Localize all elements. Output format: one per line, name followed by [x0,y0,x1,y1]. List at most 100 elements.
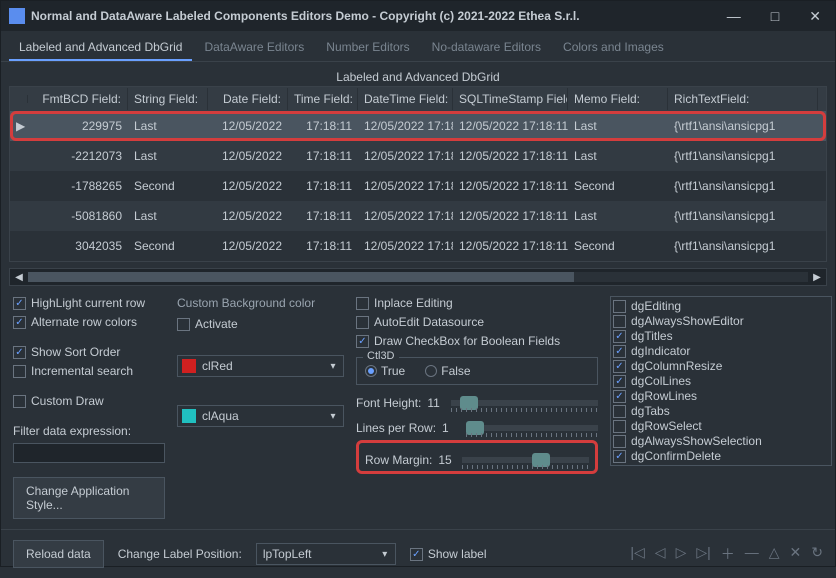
tab-nodataware-editors[interactable]: No-dataware Editors [422,35,551,61]
color1-swatch [182,359,196,373]
change-style-button[interactable]: Change Application Style... [13,477,165,519]
chk-autoedit-datasource[interactable]: AutoEdit Datasource [356,315,598,329]
col-sqltimestamp[interactable]: SQLTimeStamp Field: [453,88,568,110]
nav-cancel-icon[interactable]: ✕ [790,544,802,564]
cell-sql: 12/05/2022 17:18:11 [453,145,568,167]
chk-dgediting[interactable]: dgEditing [613,299,829,313]
reload-data-button[interactable]: Reload data [13,540,104,568]
row-margin-slider[interactable]: Row Margin: 15 [365,453,589,467]
filter-input[interactable] [13,443,165,463]
cell-fmtbcd: -5081860 [28,205,128,227]
col-fmtbcd[interactable]: FmtBCD Field: [28,88,128,110]
dg-options-list: dgEditingdgAlwaysShowEditordgTitlesdgInd… [606,292,836,523]
col-richtext[interactable]: RichTextField: [668,88,818,110]
table-row[interactable]: -5081860Last12/05/202217:18:1112/05/2022… [10,201,826,231]
color1-combo[interactable]: clRed ▾ [177,355,344,377]
left-options: HighLight current row Alternate row colo… [9,292,169,523]
chk-incremental-search[interactable]: Incremental search [13,364,165,378]
label-position-combo[interactable]: lpTopLeft ▾ [256,543,396,565]
scroll-left-icon[interactable]: ◀ [10,272,28,283]
cell-rtf: {\rtf1\ansi\ansicpg1 [668,145,818,167]
db-grid[interactable]: FmtBCD Field: String Field: Date Field: … [9,86,827,262]
chk-dgtabs[interactable]: dgTabs [613,404,829,418]
chevron-down-icon[interactable]: ▾ [323,411,343,422]
chk-show-label[interactable]: Show label [410,547,487,561]
nav-insert-icon[interactable]: ＋ [721,544,735,564]
cell-sql: 12/05/2022 17:18:11 [453,115,568,137]
chk-dgcollines[interactable]: dgColLines [613,374,829,388]
row-indicator-icon [10,182,28,190]
cell-date: 12/05/2022 [208,205,288,227]
cell-string: Last [128,115,208,137]
radio-ctl3d-false[interactable]: False [425,364,470,378]
chk-dgtitles[interactable]: dgTitles [613,329,829,343]
chk-dgcolumnresize[interactable]: dgColumnResize [613,359,829,373]
table-row[interactable]: ▶229975Last12/05/202217:18:11 12/05/2022 … [10,111,826,141]
chk-show-sort[interactable]: Show Sort Order [13,345,165,359]
nav-next-icon[interactable]: ▷ [676,544,687,564]
scroll-right-icon[interactable]: ▶ [808,272,826,283]
cell-date: 12/05/2022 [208,235,288,257]
col-memo[interactable]: Memo Field: [568,88,668,110]
chevron-down-icon[interactable]: ▾ [323,361,343,372]
cell-sql: 12/05/2022 17:18:11 [453,205,568,227]
nav-refresh-icon[interactable]: ↻ [811,544,823,564]
main-tabs: Labeled and Advanced DbGrid DataAware Ed… [1,31,835,62]
lines-per-row-slider[interactable]: Lines per Row: 1 [356,421,598,435]
chk-dgindicator[interactable]: dgIndicator [613,344,829,358]
table-row[interactable]: 3042035Second12/05/202217:18:1112/05/202… [10,231,826,261]
chk-dgconfirmdelete[interactable]: dgConfirmDelete [613,449,829,463]
cell-fmtbcd: 229975 [28,115,128,137]
nav-delete-icon[interactable]: — [745,544,759,564]
cell-date: 12/05/2022 [208,115,288,137]
col-datetime[interactable]: DateTime Field: [358,88,453,110]
col-string[interactable]: String Field: [128,88,208,110]
bgcolor-group: Custom Background color Activate clRed ▾… [173,292,348,523]
minimize-button[interactable]: — [721,8,747,25]
cell-time: 17:18:11 [288,145,358,167]
chk-draw-checkbox-boolean[interactable]: Draw CheckBox for Boolean Fields [356,334,598,348]
tab-number-editors[interactable]: Number Editors [316,35,419,61]
chk-activate-bgcolor[interactable]: Activate [177,317,344,331]
color2-swatch [182,409,196,423]
chevron-down-icon[interactable]: ▾ [375,549,395,560]
bottom-toolbar: Reload data Change Label Position: lpTop… [1,529,835,578]
chk-alternate-rows[interactable]: Alternate row colors [13,315,165,329]
nav-first-icon[interactable]: |◁ [630,544,644,564]
chk-dgrowselect[interactable]: dgRowSelect [613,419,829,433]
highlight-annotation-rowmargin: Row Margin: 15 [356,440,598,474]
table-row[interactable]: -2212073Last12/05/202217:18:1112/05/2022… [10,141,826,171]
nav-last-icon[interactable]: ▷| [696,544,710,564]
col-date[interactable]: Date Field: [208,88,288,110]
nav-edit-icon[interactable]: △ [769,544,780,564]
table-row[interactable]: -1788265Second12/05/202217:18:1112/05/20… [10,171,826,201]
close-button[interactable]: ✕ [803,8,827,25]
cell-date: 12/05/2022 [208,145,288,167]
tab-labeled-dbgrid[interactable]: Labeled and Advanced DbGrid [9,35,192,61]
row-indicator-icon: ▶ [10,115,28,137]
chk-dgrowlines[interactable]: dgRowLines [613,389,829,403]
chk-dgalwaysshowselection[interactable]: dgAlwaysShowSelection [613,434,829,448]
tab-dataaware-editors[interactable]: DataAware Editors [194,35,314,61]
filter-label: Filter data expression: [13,424,165,438]
chk-highlight-row[interactable]: HighLight current row [13,296,165,310]
cell-rtf: {\rtf1\ansi\ansicpg1 [668,115,818,137]
chk-custom-draw[interactable]: Custom Draw [13,394,165,408]
maximize-button[interactable]: □ [765,8,785,25]
chk-inplace-editing[interactable]: Inplace Editing [356,296,598,310]
cell-time: 17:18:11 [288,115,358,137]
grid-hscrollbar[interactable]: ◀ ▶ [9,268,827,286]
app-icon [9,8,25,24]
font-height-slider[interactable]: Font Height: 11 [356,396,598,410]
cell-time: 17:18:11 [288,205,358,227]
chk-dgalwaysshoweditor[interactable]: dgAlwaysShowEditor [613,314,829,328]
col-time[interactable]: Time Field: [288,88,358,110]
cell-datetime: 12/05/2022 17:18 [358,205,453,227]
nav-prior-icon[interactable]: ◁ [655,544,666,564]
cell-rtf: {\rtf1\ansi\ansicpg1 [668,175,818,197]
color2-combo[interactable]: clAqua ▾ [177,405,344,427]
tab-colors-images[interactable]: Colors and Images [553,35,674,61]
radio-ctl3d-true[interactable]: True [365,364,405,378]
scroll-thumb[interactable] [28,272,574,282]
grid-caption: Labeled and Advanced DbGrid [9,68,827,86]
